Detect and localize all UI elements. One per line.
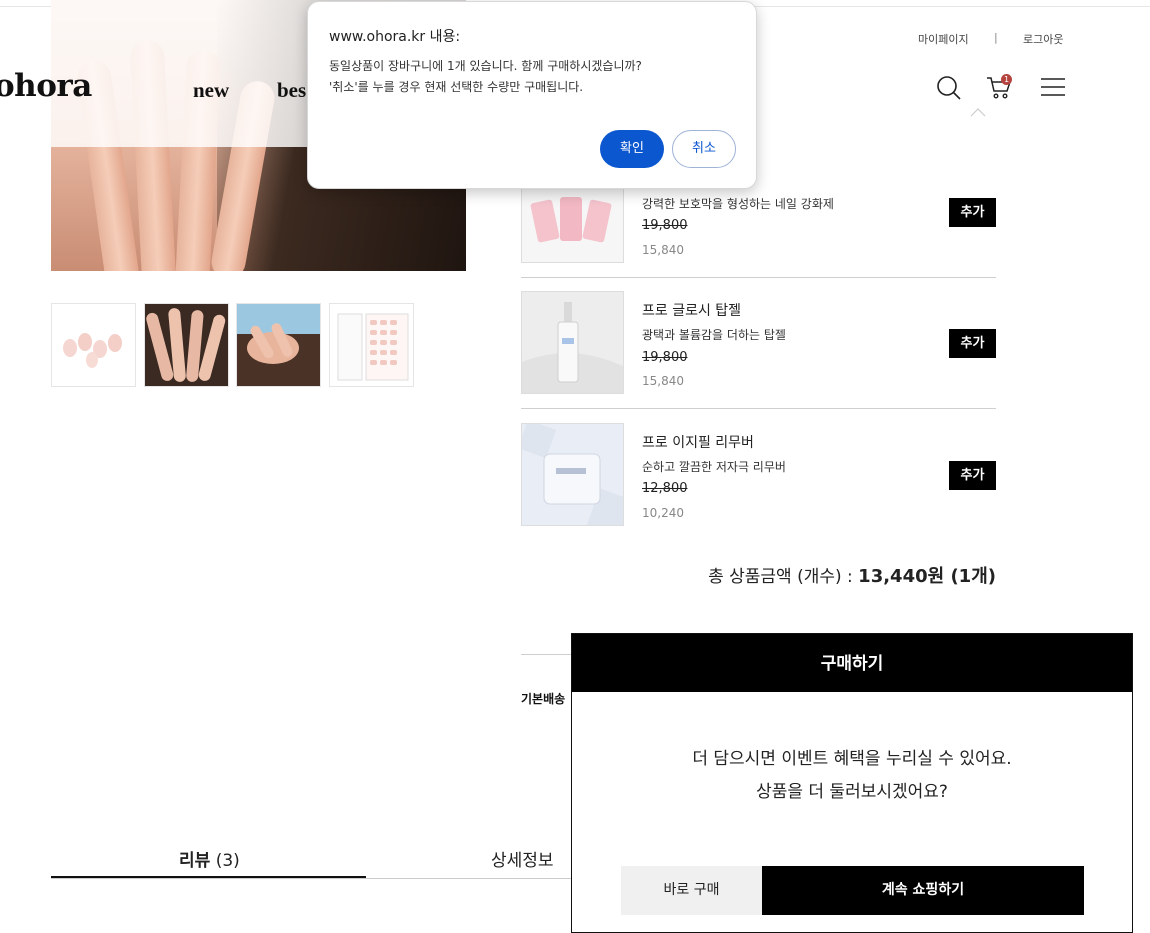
thumbnail-1[interactable]	[51, 303, 136, 387]
product-sale-price: 15,840	[642, 374, 684, 388]
thumbnail-2[interactable]	[144, 303, 229, 387]
logout-link[interactable]: 로그아웃	[1023, 31, 1063, 47]
shipping-label: 기본배송	[521, 692, 566, 706]
product-original-price: 12,800	[642, 481, 688, 496]
product-image-easy-peel-remover[interactable]	[521, 423, 624, 526]
add-button-product-2[interactable]: 추가	[949, 329, 996, 358]
confirm-dialog-title: www.ohora.kr 내용:	[329, 29, 461, 45]
product-image-glossy-top-gel[interactable]	[521, 291, 624, 394]
add-button-product-3[interactable]: 추가	[949, 461, 996, 490]
dropdown-caret-icon	[970, 108, 986, 117]
divider	[521, 277, 996, 278]
buy-now-button[interactable]: 바로 구매	[621, 866, 762, 915]
confirm-cancel-button[interactable]: 취소	[672, 130, 736, 168]
tab-detail[interactable]: 상세정보	[491, 846, 554, 871]
continue-shopping-button[interactable]: 계속 쇼핑하기	[762, 866, 1084, 915]
tab-review-label: 리뷰	[179, 851, 211, 871]
search-icon[interactable]	[936, 75, 962, 101]
confirm-ok-button[interactable]: 확인	[600, 130, 664, 168]
mypage-link[interactable]: 마이페이지	[918, 31, 969, 47]
confirm-dialog: www.ohora.kr 내용: 동일상품이 장바구니에 1개 있습니다. 함께…	[307, 1, 757, 189]
product-sale-price: 15,840	[642, 243, 684, 257]
nav-new[interactable]: new	[193, 78, 229, 103]
nav-best[interactable]: bes	[277, 78, 306, 103]
confirm-dialog-message-1: 동일상품이 장바구니에 1개 있습니다. 함께 구매하시겠습니까?	[329, 59, 642, 73]
product-desc: 순하고 깔끔한 저자극 리무버	[642, 460, 786, 474]
buy-modal-title: 구매하기	[572, 634, 1132, 692]
product-name[interactable]: 프로 이지필 리무버	[642, 432, 754, 452]
confirm-dialog-message-2: '취소'를 누를 경우 현재 선택한 수량만 구매됩니다.	[329, 80, 584, 94]
total-amount: 13,440원 (1개)	[858, 566, 996, 587]
tab-review[interactable]: 리뷰 (3)	[179, 846, 240, 871]
tab-active-indicator	[51, 876, 366, 878]
product-desc: 강력한 보호막을 형성하는 네일 강화제	[642, 197, 834, 211]
thumbnail-3[interactable]	[236, 303, 321, 387]
menu-icon[interactable]	[1041, 77, 1065, 97]
buy-modal-message-2: 상품을 더 둘러보시겠어요?	[756, 782, 948, 802]
buy-modal: 구매하기 더 담으시면 이벤트 혜택을 누리실 수 있어요. 상품을 더 둘러보…	[571, 633, 1133, 933]
thumbnail-4[interactable]	[329, 303, 414, 387]
total-label: 총 상품금액 (개수) :	[708, 567, 859, 587]
product-desc: 광택과 볼륨감을 더하는 탑젤	[642, 328, 786, 342]
product-sale-price: 10,240	[642, 506, 684, 520]
divider	[521, 408, 996, 409]
product-original-price: 19,800	[642, 350, 688, 365]
buy-modal-message-1: 더 담으시면 이벤트 혜택을 누리실 수 있어요.	[692, 749, 1012, 769]
tabs-underline	[51, 878, 581, 879]
product-name[interactable]: 프로 글로시 탑젤	[642, 300, 741, 320]
site-logo[interactable]: ohora	[0, 68, 92, 104]
tab-review-count: (3)	[215, 851, 240, 871]
util-separator: |	[994, 31, 998, 44]
total-price: 총 상품금액 (개수) : 13,440원 (1개)	[560, 562, 996, 588]
add-button-product-1[interactable]: 추가	[949, 198, 996, 227]
product-original-price: 19,800	[642, 218, 688, 233]
cart-count-badge: 1	[1001, 74, 1012, 85]
